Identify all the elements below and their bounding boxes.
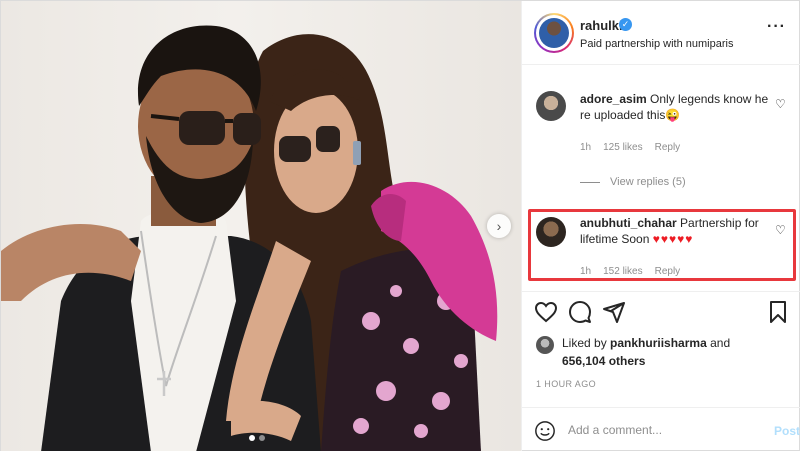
carousel-dot [259,435,265,441]
comment-body: anubhuti_chahar Partnership for lifetime… [580,215,775,247]
instagram-post: › rahulkl ✓ Paid partnership with numipa… [0,0,800,451]
comment-likes[interactable]: 152 likes [603,266,642,277]
comment-meta: 1h 152 likes Reply [580,266,680,277]
add-comment-input[interactable] [568,418,758,442]
photo-illustration [1,25,498,451]
post-photo[interactable]: › [1,1,521,451]
comment-avatar[interactable] [536,91,566,121]
more-options-icon[interactable]: ··· [767,18,786,36]
comment-avatar[interactable] [536,217,566,247]
carousel-dots [249,435,265,441]
likes-text: Liked by pankhuriisharma and 656,104 oth… [562,334,782,370]
carousel-dot-active [249,435,255,441]
likes-summary: Liked by pankhuriisharma and 656,104 oth… [522,331,800,371]
post-header: rahulkl ✓ Paid partnership with numipari… [522,1,800,65]
post-comment-button[interactable]: Post [774,424,800,438]
likes-others-count[interactable]: 656,104 others [562,354,645,368]
comment-like-heart-icon[interactable]: ♡ [775,97,786,111]
view-replies-line [580,181,600,183]
like-heart-icon[interactable] [534,300,558,324]
liked-by-prefix: Liked by [562,336,607,350]
post-sidebar: rahulkl ✓ Paid partnership with numipari… [521,1,800,451]
carousel-next-button[interactable]: › [487,214,511,238]
comment-time[interactable]: 1h [580,266,591,277]
emoji-smiley-icon[interactable] [534,420,556,442]
post-timestamp[interactable]: 1 HOUR AGO [536,379,596,389]
comment-username[interactable]: anubhuti_chahar [580,216,677,230]
post-actions [522,291,800,331]
chevron-right-icon: › [496,218,502,234]
comment-like-heart-icon[interactable]: ♡ [775,223,786,237]
comment-likes[interactable]: 125 likes [603,142,642,153]
avatar-ring-inner [536,15,572,51]
author-avatar[interactable] [534,13,574,53]
verified-badge-icon: ✓ [619,18,632,31]
comment-username[interactable]: adore_asim [580,92,647,106]
author-username[interactable]: rahulkl [580,18,623,33]
liker-username[interactable]: pankhuriisharma [610,336,707,350]
comment-hearts: ♥♥♥♥♥ [652,232,694,246]
view-replies-label: View replies (5) [610,176,686,188]
liker-avatar[interactable] [536,336,554,354]
share-direct-icon[interactable] [602,300,626,324]
comment-reply-button[interactable]: Reply [655,266,681,277]
comment-reply-button[interactable]: Reply [655,142,681,153]
comment-body: adore_asim Only legends know he re uploa… [580,91,775,123]
comment-bubble-icon[interactable] [568,300,592,324]
paid-partnership-label[interactable]: Paid partnership with numiparis [580,38,733,50]
liked-by-connector: and [710,336,731,350]
add-comment-bar: Post [522,407,800,451]
comment-meta: 1h 125 likes Reply [580,142,680,153]
view-replies-button[interactable]: View replies (5) [580,176,686,188]
comment-time[interactable]: 1h [580,142,591,153]
avatar-image [539,18,569,48]
bookmark-save-icon[interactable] [766,300,790,324]
comments-list: adore_asim Only legends know he re uploa… [522,65,800,291]
